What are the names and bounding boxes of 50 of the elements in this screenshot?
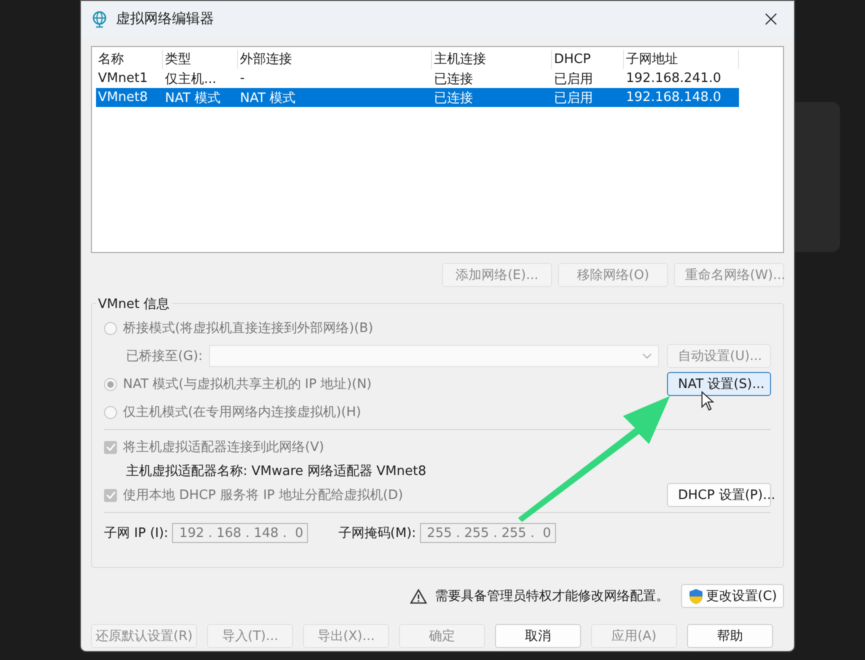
- table-cell-text: 192.168.241.0: [625, 71, 722, 86]
- chevron-down-icon: [642, 353, 652, 359]
- checkbox[interactable]: [104, 488, 117, 502]
- bridged-to-dropdown[interactable]: [208, 345, 659, 367]
- checkbox-label: 使用本地 DHCP 服务将 IP 地址分配给虚拟机(D): [123, 487, 404, 504]
- table-cell-text: NAT 模式: [164, 90, 222, 106]
- radio-button[interactable]: [104, 406, 117, 418]
- table-cell-text: 192.168.148.0: [625, 90, 722, 105]
- table-cell-text: NAT 模式: [239, 90, 297, 106]
- table-cell-text: 已启用: [553, 90, 594, 106]
- subnet-ip-field[interactable]: 192 . 168 . 148 . 0: [172, 523, 308, 543]
- close-button[interactable]: ×: [748, 1, 794, 37]
- subnet-mask-field[interactable]: 255 . 255 . 255 . 0: [420, 523, 556, 543]
- subnet-ip-label: 子网 IP (I):: [104, 525, 168, 542]
- dialog-button[interactable]: 帮助: [687, 624, 773, 648]
- network-row[interactable]: VMnet8 NAT 模式 NAT 模式 已连接 已启用 192.168.148.0: [96, 88, 739, 107]
- table-cell-text: VMnet8: [97, 90, 149, 105]
- radio-label: 仅主机模式(在专用网络内连接虚拟机)(H): [123, 404, 362, 421]
- warning-text: 需要具备管理员特权才能修改网络配置。: [434, 588, 669, 605]
- globe-icon: [91, 10, 108, 28]
- window-title: 虚拟网络编辑器: [116, 10, 214, 28]
- radio-button[interactable]: [104, 322, 117, 334]
- table-cell-text: 仅主机...: [164, 70, 218, 88]
- column-header[interactable]: DHCP: [552, 50, 624, 69]
- column-header[interactable]: 名称: [96, 50, 163, 69]
- change-settings-button[interactable]: 更改设置(C): [680, 584, 784, 608]
- table-cell-text: VMnet1: [97, 71, 149, 86]
- checkbox-label: 将主机虚拟适配器连接到此网络(V): [123, 439, 324, 456]
- dialog-button[interactable]: 取消: [495, 624, 581, 648]
- mouse-cursor-icon: [701, 391, 715, 411]
- table-cell-text: 已连接: [433, 70, 474, 88]
- table-cell-text: -: [239, 71, 246, 86]
- subnet-mask-label: 子网掩码(M):: [338, 525, 416, 542]
- shield-icon: [688, 588, 704, 604]
- checkbox[interactable]: [104, 440, 117, 454]
- table-cell-text: 已连接: [433, 90, 474, 106]
- bridged-to-label: 已桥接至(G):: [126, 348, 203, 365]
- radio-label: NAT 模式(与虚拟机共享主机的 IP 地址)(N): [123, 376, 372, 393]
- adapter-name-text: 主机虚拟适配器名称: VMware 网络适配器 VMnet8: [126, 463, 426, 480]
- column-header[interactable]: 外部连接: [238, 50, 432, 69]
- table-cell-text: 已启用: [553, 70, 594, 88]
- network-row[interactable]: VMnet1 仅主机... - 已连接 已启用 192.168.241.0: [96, 69, 779, 88]
- column-header[interactable]: 子网地址: [624, 50, 739, 69]
- column-header[interactable]: 主机连接: [432, 50, 552, 69]
- column-header[interactable]: 类型: [163, 50, 238, 69]
- warning-icon: [410, 588, 427, 604]
- nat-settings-button[interactable]: NAT 设置(S)...: [667, 372, 771, 396]
- radio-label: 桥接模式(将虚拟机直接连接到外部网络)(B): [123, 320, 374, 337]
- group-title: VMnet 信息: [96, 295, 172, 313]
- radio-button[interactable]: [104, 378, 117, 390]
